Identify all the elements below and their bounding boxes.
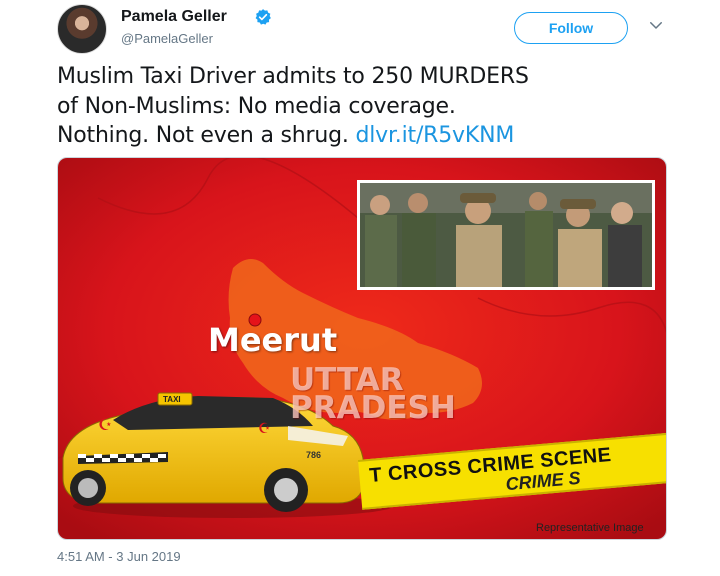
chevron-down-icon[interactable] [647,16,665,34]
tweet-timestamp[interactable]: 4:51 AM - 3 Jun 2019 [57,549,181,564]
tweet-text-fragment: Nothing. Not even a shrug. [57,123,349,148]
author-avatar[interactable] [57,4,107,54]
author-name[interactable]: Pamela Geller [121,8,227,26]
author-handle[interactable]: @PamelaGeller [121,31,213,46]
follow-button[interactable]: Follow [514,12,628,44]
image-caption: Representative Image [536,522,644,534]
tweet-link[interactable]: dlvr.it/R5vKNM [355,123,514,148]
inset-photo [357,180,655,290]
svg-text:☪: ☪ [258,421,271,437]
verified-badge-icon [255,9,271,25]
map-label-state-line: PRADESH [290,390,456,426]
svg-text:☪: ☪ [98,415,112,434]
tweet-card: Pamela Geller @PamelaGeller Follow Musli… [0,0,720,576]
tweet-text-line: Nothing. Not even a shrug. dlvr.it/R5vKN… [57,121,677,151]
map-label-state: UTTAR PRADESH [290,365,490,426]
taxi-number: 786 [306,450,321,460]
tweet-text-line: of Non-Muslims: No media coverage. [57,93,456,119]
taxi-sign-text: TAXI [163,395,181,404]
map-label-meerut: Meerut [208,321,338,359]
tweet-text: Muslim Taxi Driver admits to 250 MURDERS… [57,62,677,151]
tweet-media-image[interactable]: TAXI 786 ☪ ☪ Meerut UTTAR PRADESH T CROS… [57,157,667,540]
tweet-text-line: Muslim Taxi Driver admits to 250 MURDERS [57,64,529,89]
